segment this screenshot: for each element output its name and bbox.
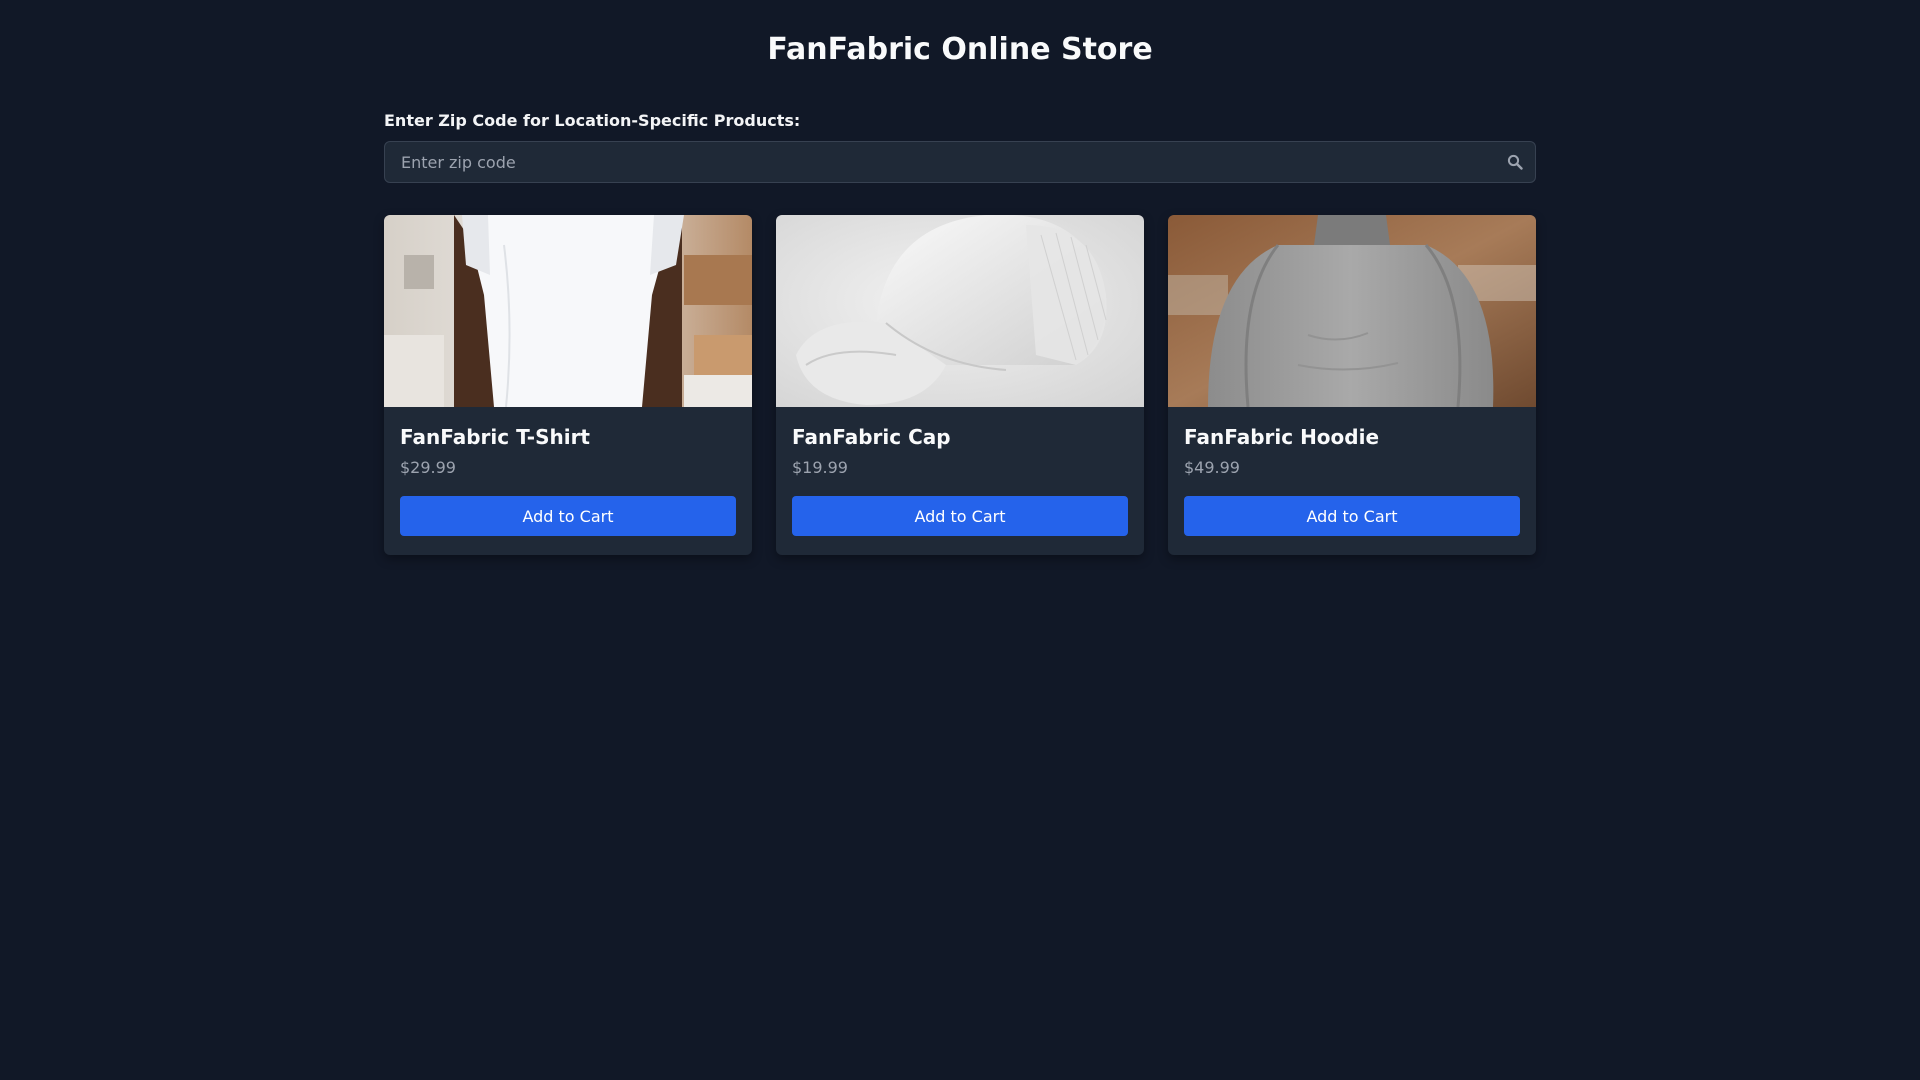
product-card-body: FanFabric Cap $19.99 Add to Cart [776, 407, 1144, 552]
product-name: FanFabric Hoodie [1184, 425, 1380, 449]
product-card: FanFabric T-Shirt $29.99 Add to Cart [384, 215, 752, 555]
search-icon [1507, 154, 1523, 170]
page-title: FanFabric Online Store [767, 32, 1153, 67]
zip-section: Enter Zip Code for Location-Specific Pro… [384, 110, 1536, 183]
product-price: $49.99 [1184, 458, 1240, 477]
add-to-cart-button[interactable]: Add to Cart [400, 496, 736, 536]
product-price: $29.99 [400, 458, 456, 477]
tshirt-product-image [384, 215, 752, 407]
zip-input-wrapper [384, 141, 1536, 183]
search-button[interactable] [1502, 149, 1528, 175]
add-to-cart-button[interactable]: Add to Cart [1184, 496, 1520, 536]
product-card-body: FanFabric T-Shirt $29.99 Add to Cart [384, 407, 752, 552]
product-card: FanFabric Cap $19.99 Add to Cart [776, 215, 1144, 555]
add-to-cart-button[interactable]: Add to Cart [792, 496, 1128, 536]
product-name: FanFabric T-Shirt [400, 425, 590, 449]
product-grid: FanFabric T-Shirt $29.99 Add to Cart Fan… [384, 215, 1536, 555]
zip-label: Enter Zip Code for Location-Specific Pro… [384, 111, 801, 130]
hoodie-product-image [1168, 215, 1536, 407]
product-price: $19.99 [792, 458, 848, 477]
zip-code-input[interactable] [384, 141, 1536, 183]
cap-product-image [776, 215, 1144, 407]
product-card: FanFabric Hoodie $49.99 Add to Cart [1168, 215, 1536, 555]
product-card-body: FanFabric Hoodie $49.99 Add to Cart [1168, 407, 1536, 552]
product-name: FanFabric Cap [792, 425, 951, 449]
store-page: FanFabric Online Store Enter Zip Code fo… [384, 0, 1536, 555]
